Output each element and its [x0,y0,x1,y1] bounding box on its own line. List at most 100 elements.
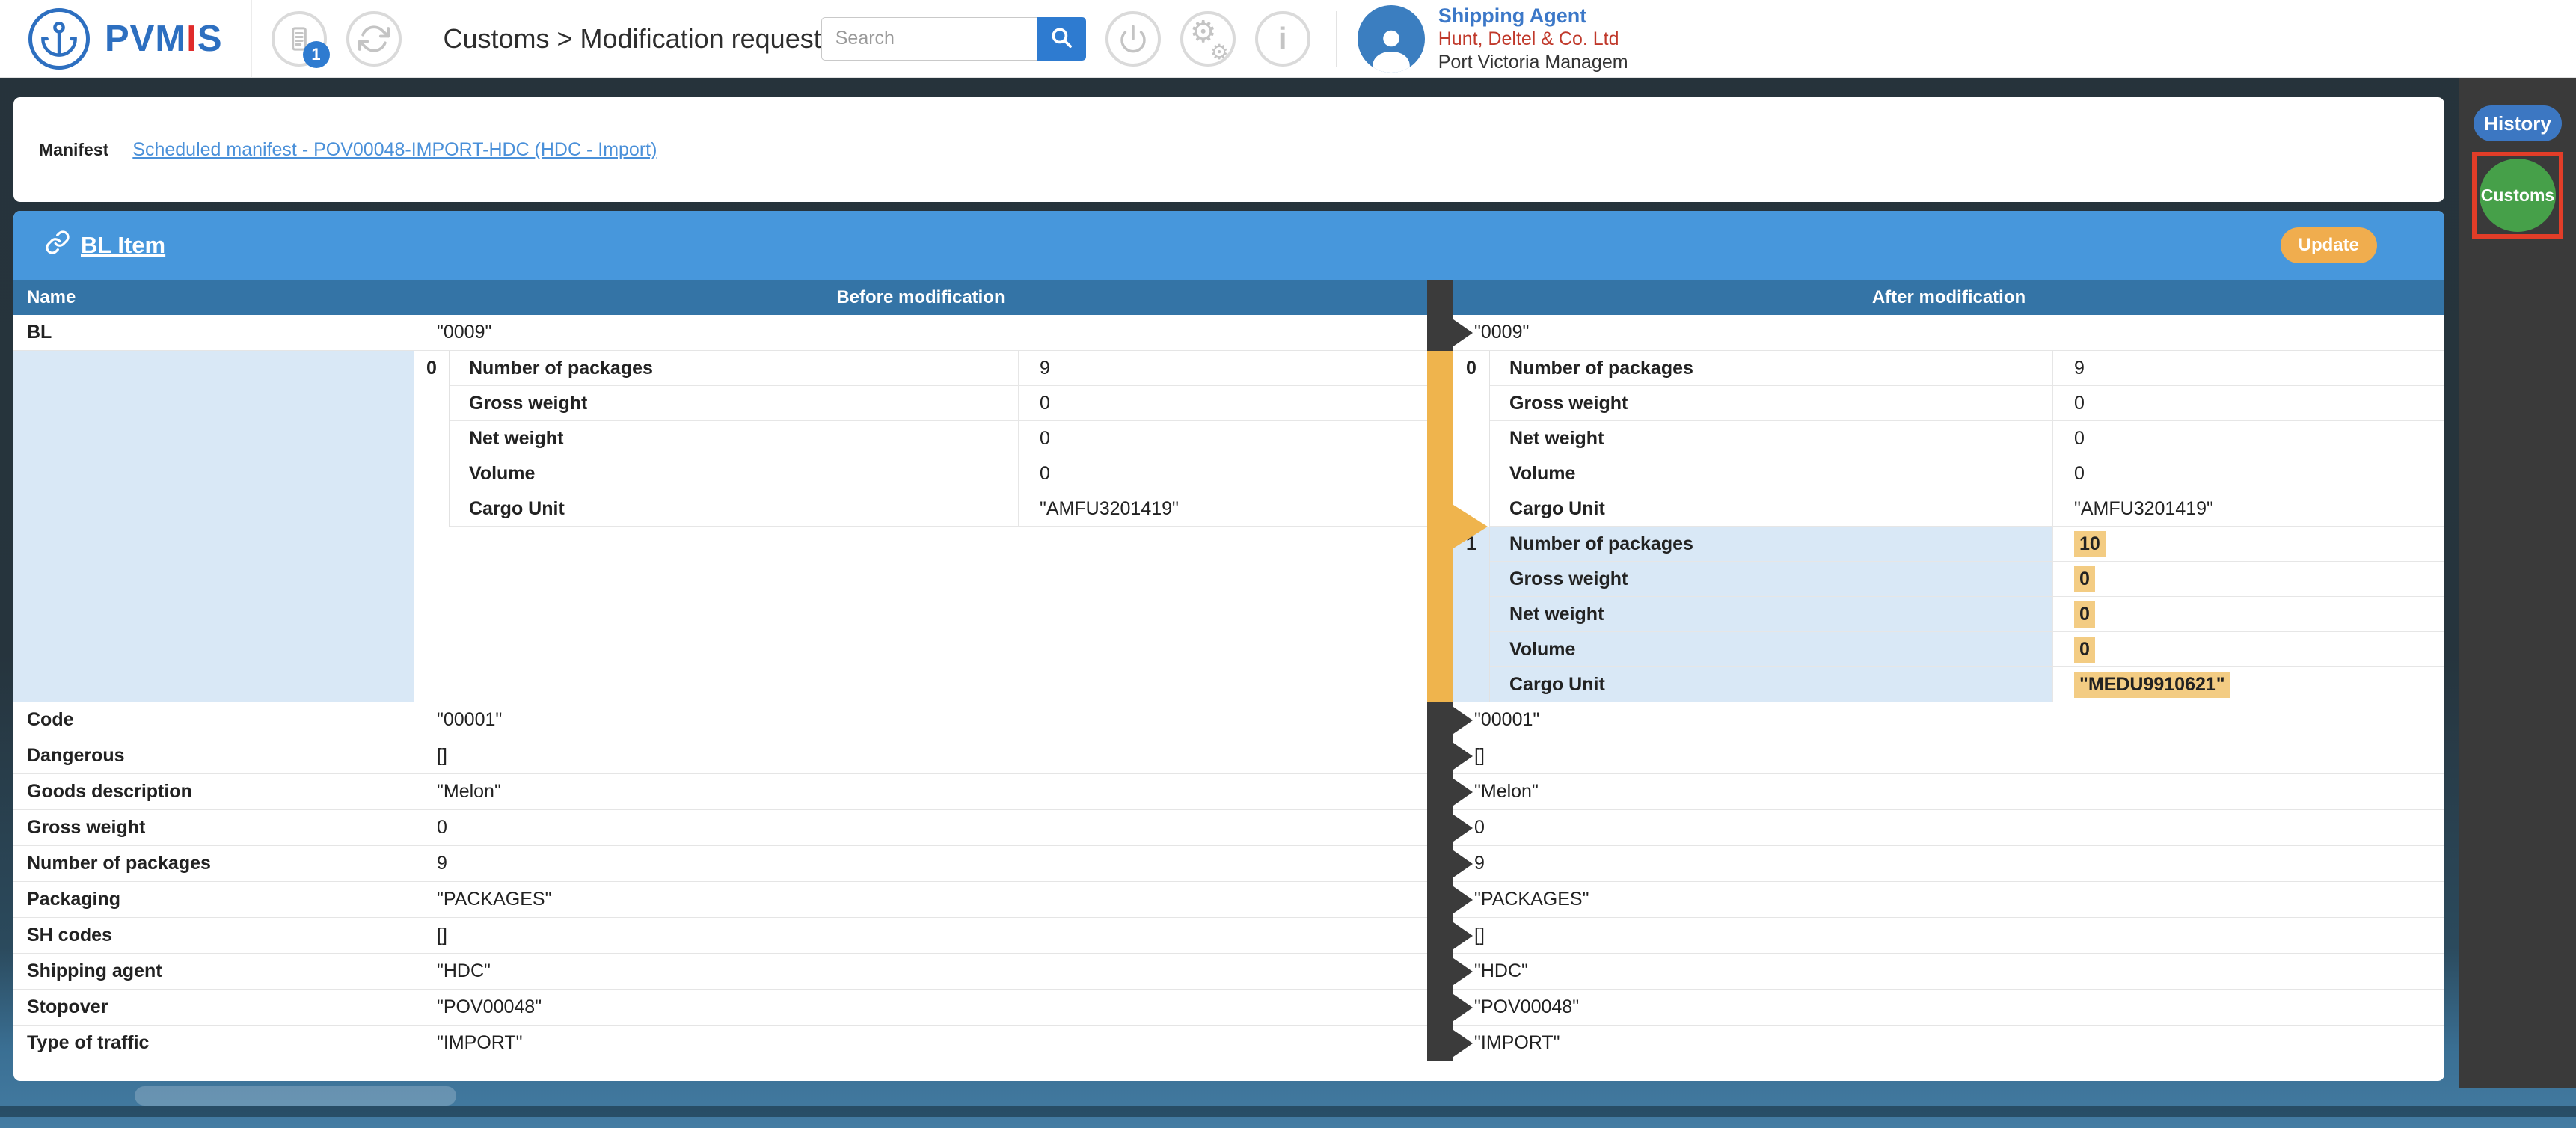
row-before-value: [] [414,738,1427,774]
refresh-icon[interactable] [346,11,402,67]
row-name-cell: Packaging [13,882,414,918]
row-before-value: "0009" [414,315,1427,351]
table-row: Stopover"POV00048""POV00048" [13,990,2444,1026]
change-arrow-icon [1453,707,1473,734]
table-row: Type of traffic"IMPORT""IMPORT" [13,1026,2444,1061]
nested-row-value: "AMFU3201419" [2053,491,2444,527]
nested-row-label: Net weight [1490,421,2053,456]
table-row: Number of packages99 [13,846,2444,882]
user-menu[interactable]: Shipping Agent Hunt, Deltel & Co. Ltd Po… [1358,4,2576,74]
update-button[interactable]: Update [2281,227,2377,263]
row-before-value: "POV00048" [414,990,1427,1026]
nested-row-label: Volume [1490,456,2053,491]
nested-row-label: Number of packages [1490,351,2053,386]
nested-row-value: 0 [1019,421,1427,456]
row-separator [1427,810,1453,846]
row-name-cell: Goods description [13,774,414,810]
nested-row-label: Volume [450,456,1019,491]
nested-row: Net weight0 [1490,597,2444,632]
settings-gears-icon[interactable]: ⚙⚙ [1180,11,1236,67]
nested-row-value: "MEDU9910621" [2053,667,2444,702]
row-name-cell: Number of packages [13,846,414,882]
row-after-value: [] [1453,738,2444,774]
change-arrow-icon [1453,886,1473,913]
separator-column [1427,280,1453,315]
before-goods-groups: 0Number of packages9Gross weight0Net wei… [414,351,1427,702]
table-row: Code"00001""00001" [13,702,2444,738]
brand-name: PVMIS [105,18,223,60]
nested-row-value: 0 [2053,597,2444,632]
row-before-value: "HDC" [414,954,1427,990]
app-header: PVMIS 1 Customs > Modification request [0,0,2576,78]
changed-value: "MEDU9910621" [2074,672,2230,698]
nested-row: Gross weight0 [450,386,1427,421]
manifest-card: Manifest Scheduled manifest - POV00048-I… [13,97,2444,202]
nested-row-value: 10 [2053,527,2444,562]
search-button[interactable] [1037,17,1086,61]
nested-group: 1Number of packages10Gross weight0Net we… [1453,527,2444,702]
nested-group-index: 1 [1453,527,1490,702]
nested-row-label: Gross weight [450,386,1019,421]
nested-row: Volume0 [1490,456,2444,491]
logout-power-icon[interactable] [1105,11,1161,67]
row-name-cell: Code [13,702,414,738]
row-name-cell: BL [13,315,414,351]
nested-row: Number of packages10 [1490,527,2444,562]
nested-row-label: Net weight [1490,597,2053,632]
info-icon[interactable]: i [1255,11,1310,67]
nested-row: Volume0 [450,456,1427,491]
manifest-shortcut-icon[interactable]: 1 [272,11,327,67]
change-arrow-icon [1453,958,1473,985]
row-before-value: "PACKAGES" [414,882,1427,918]
change-arrow-icon [1453,319,1473,346]
nested-row-value: "AMFU3201419" [1019,491,1427,527]
bl-goods-zone: 0Number of packages9Gross weight0Net wei… [13,351,2444,702]
nested-group-index-label: 0 [1453,351,1489,386]
user-organization: Port Victoria Managem [1438,51,1628,74]
row-name-cell: Dangerous [13,738,414,774]
nested-row-value: 9 [2053,351,2444,386]
row-before-value: 0 [414,810,1427,846]
user-company: Hunt, Deltel & Co. Ltd [1438,28,1628,51]
row-before-value: [] [414,918,1427,954]
search-bar [821,17,1086,61]
nested-row: Cargo Unit "MEDU9910621" [1490,667,2444,702]
after-goods-groups: 0Number of packages9Gross weight0Net wei… [1453,351,2444,702]
row-after-value: "Melon" [1453,774,2444,810]
table-body: Code"00001""00001"Dangerous[][]Goods des… [13,702,2444,1061]
action-sidebar: History Customs [2459,78,2576,1088]
row-name-cell: SH codes [13,918,414,954]
row-before-value: 9 [414,846,1427,882]
nested-row-value: 0 [2053,456,2444,491]
nested-group-index-label: 0 [414,351,449,386]
brand[interactable]: PVMIS [0,0,252,77]
row-separator [1427,738,1453,774]
manifest-link[interactable]: Scheduled manifest - POV00048-IMPORT-HDC… [132,139,657,161]
history-button[interactable]: History [2474,105,2562,141]
customs-button[interactable]: Customs [2480,159,2556,232]
search-input[interactable] [821,17,1037,61]
nested-row-label: Cargo Unit [1490,667,2053,702]
change-arrow-icon [1453,922,1473,949]
nested-group-rows: Number of packages10Gross weight0Net wei… [1490,527,2444,702]
nested-row-label: Volume [1490,632,2053,667]
bl-item-link[interactable]: BL Item [45,230,165,261]
nested-row: Cargo Unit"AMFU3201419" [1490,491,2444,527]
nested-row-value: 9 [1019,351,1427,386]
nested-group-index: 0 [1453,351,1490,527]
nested-row: Cargo Unit"AMFU3201419" [450,491,1427,527]
goods-separator-bar [1427,351,1453,702]
changed-value: 0 [2074,566,2095,592]
row-name-cell: Type of traffic [13,1026,414,1061]
row-after-value: "HDC" [1453,954,2444,990]
added-group-arrow-icon [1453,505,1488,548]
bl-goods-name-cell [13,351,414,702]
row-separator [1427,990,1453,1026]
row-separator [1427,315,1453,351]
user-avatar-icon [1358,5,1425,73]
nested-row-value: 0 [2053,386,2444,421]
page: PVMIS 1 Customs > Modification request [0,0,2576,1128]
nested-row-value: 0 [1019,386,1427,421]
nested-row: Number of packages9 [1490,351,2444,386]
change-arrow-icon [1453,1030,1473,1057]
